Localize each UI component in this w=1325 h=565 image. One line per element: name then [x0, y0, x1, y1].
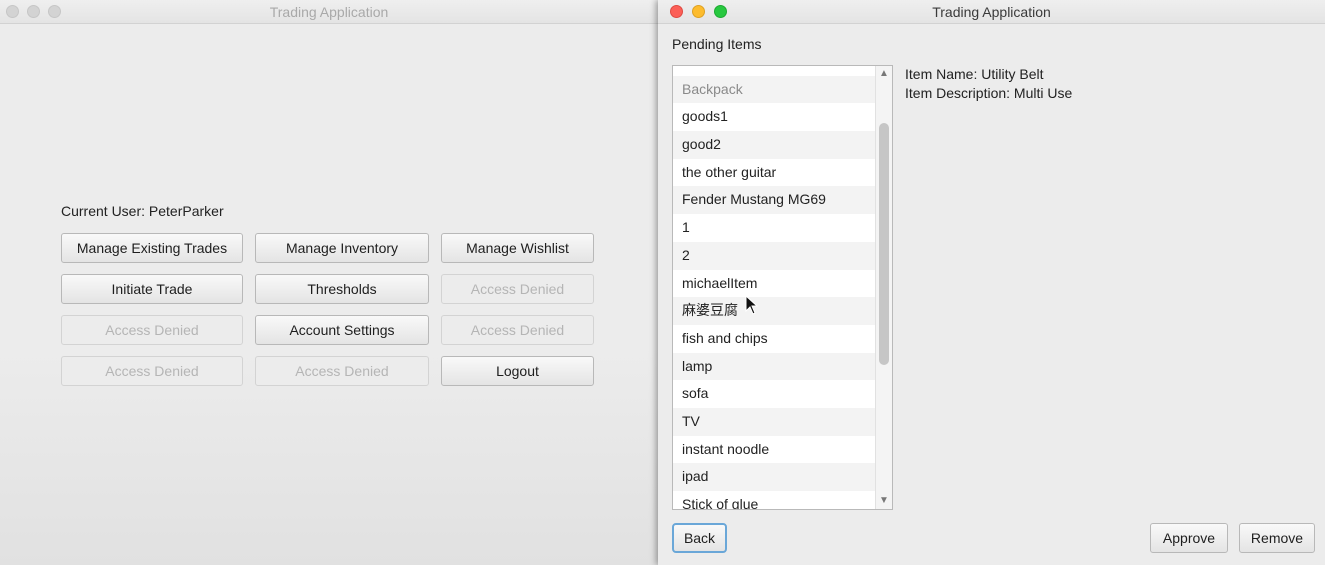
list-item[interactable]: the other guitar: [673, 159, 876, 187]
pending-items-list[interactable]: Web ShootersBackpackgoods1good2the other…: [672, 65, 893, 510]
manage-existing-trades-button[interactable]: Manage Existing Trades: [61, 233, 243, 263]
list-item[interactable]: fish and chips: [673, 325, 876, 353]
list-item[interactable]: Web Shooters: [673, 66, 876, 76]
list-item[interactable]: Backpack: [673, 75, 876, 104]
list-scrollbar[interactable]: ▲ ▼: [875, 66, 892, 509]
list-item[interactable]: TV: [673, 407, 876, 436]
list-item[interactable]: 麻婆豆腐: [673, 297, 876, 325]
list-item[interactable]: michaelItem: [673, 270, 876, 298]
current-user-label: Current User: PeterParker: [61, 203, 224, 219]
remove-button[interactable]: Remove: [1239, 523, 1315, 553]
access-denied-button: Access Denied: [441, 274, 594, 304]
manage-inventory-button[interactable]: Manage Inventory: [255, 233, 429, 263]
window-title: Trading Application: [269, 4, 389, 20]
scroll-thumb[interactable]: [879, 123, 889, 365]
pending-items-window: Trading Application Pending Items Web Sh…: [658, 0, 1325, 565]
access-denied-button: Access Denied: [61, 315, 243, 345]
access-denied-button: Access Denied: [441, 315, 594, 345]
list-item[interactable]: goods1: [673, 103, 876, 131]
list-item[interactable]: Fender Mustang MG69: [673, 186, 876, 215]
back-button[interactable]: Back: [672, 523, 727, 553]
list-item[interactable]: lamp: [673, 352, 876, 381]
pending-items-label: Pending Items: [672, 36, 762, 52]
title-bar: Trading Application: [0, 0, 658, 24]
list-item[interactable]: 2: [673, 241, 876, 270]
list-item[interactable]: 1: [673, 214, 876, 242]
access-denied-button: Access Denied: [255, 356, 429, 386]
main-menu-window: Trading Application Current User: PeterP…: [0, 0, 658, 565]
approve-button[interactable]: Approve: [1150, 523, 1228, 553]
access-denied-button: Access Denied: [61, 356, 243, 386]
title-bar: Trading Application: [658, 0, 1325, 24]
list-item[interactable]: good2: [673, 131, 876, 159]
list-item[interactable]: instant noodle: [673, 436, 876, 464]
item-name-text: Item Name: Utility Belt: [905, 66, 1044, 82]
list-item[interactable]: sofa: [673, 380, 876, 408]
scroll-down-arrow-icon[interactable]: ▼: [876, 494, 892, 508]
scroll-up-arrow-icon[interactable]: ▲: [876, 67, 892, 81]
window-title: Trading Application: [932, 4, 1051, 20]
manage-wishlist-button[interactable]: Manage Wishlist: [441, 233, 594, 263]
list-item[interactable]: ipad: [673, 463, 876, 491]
account-settings-button[interactable]: Account Settings: [255, 315, 429, 345]
list-item[interactable]: Stick of glue: [673, 491, 876, 509]
initiate-trade-button[interactable]: Initiate Trade: [61, 274, 243, 304]
mouse-cursor-icon: [745, 294, 759, 315]
item-description-text: Item Description: Multi Use: [905, 85, 1073, 101]
thresholds-button[interactable]: Thresholds: [255, 274, 429, 304]
logout-button[interactable]: Logout: [441, 356, 594, 386]
list-items-container: Web ShootersBackpackgoods1good2the other…: [673, 66, 876, 509]
